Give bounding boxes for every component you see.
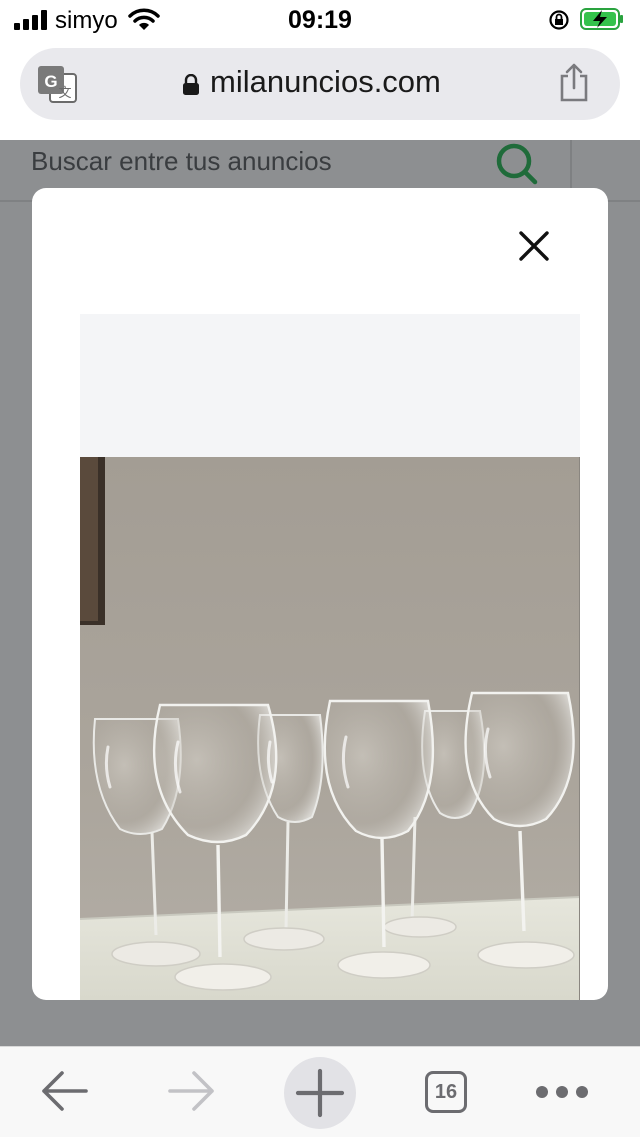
close-icon[interactable] — [510, 231, 558, 274]
search-input[interactable]: Buscar entre tus anuncios — [31, 146, 332, 177]
lock-icon — [182, 73, 200, 101]
share-icon[interactable] — [556, 62, 592, 109]
plus-icon[interactable] — [284, 1068, 356, 1133]
forward-arrow-icon[interactable] — [166, 1067, 218, 1120]
tabs-icon[interactable]: 16 — [425, 1071, 467, 1113]
rotation-lock-icon — [548, 9, 570, 36]
clock: 09:19 — [288, 6, 352, 34]
more-icon[interactable] — [534, 1077, 590, 1112]
image-modal — [32, 188, 608, 1000]
url-text[interactable]: milanuncios.com — [210, 64, 441, 100]
svg-text:G: G — [44, 72, 57, 91]
search-icon[interactable] — [494, 140, 542, 193]
translate-icon[interactable]: G 文 — [36, 64, 78, 111]
new-tab-button[interactable] — [284, 1057, 356, 1129]
browser-toolbar: 16 — [0, 1046, 640, 1137]
address-bar[interactable]: G 文 milanuncios.com — [20, 48, 620, 120]
photo-viewer[interactable] — [80, 314, 580, 1000]
svg-text:文: 文 — [58, 86, 71, 101]
listing-photo[interactable] — [80, 457, 580, 1000]
back-arrow-icon[interactable] — [38, 1067, 90, 1120]
status-bar: simyo 09:19 — [0, 0, 640, 40]
close-button[interactable] — [510, 222, 558, 270]
photo-placeholder-area — [80, 314, 580, 458]
battery-charging-icon — [580, 8, 624, 30]
